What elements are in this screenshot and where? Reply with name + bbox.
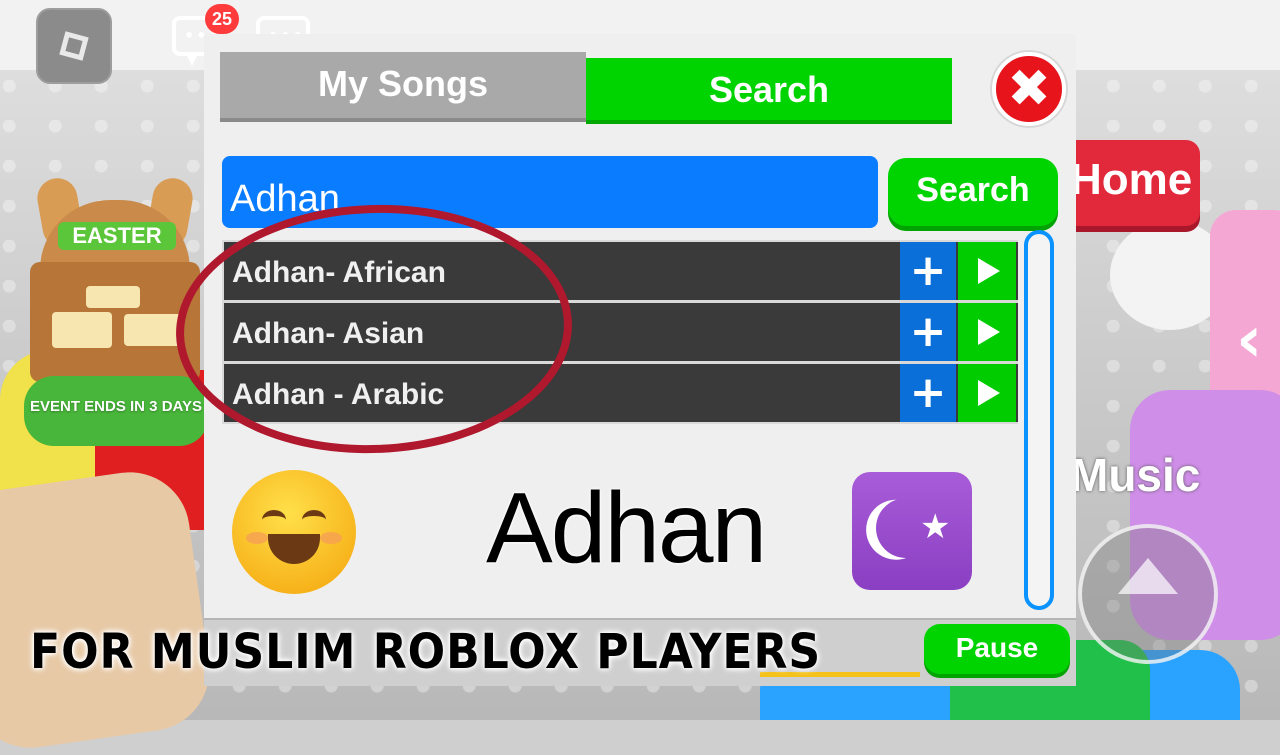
easter-card bbox=[52, 312, 112, 348]
star-and-crescent-icon: ★ bbox=[852, 472, 972, 590]
back-arrow-icon: ‹ bbox=[1236, 303, 1263, 377]
overlay-title: Adhan bbox=[486, 472, 767, 584]
play-icon[interactable] bbox=[958, 364, 1016, 422]
smiling-emoji-icon bbox=[232, 470, 356, 594]
jump-button[interactable] bbox=[1078, 524, 1218, 664]
tab-my-songs[interactable]: My Songs bbox=[220, 52, 586, 122]
play-icon[interactable] bbox=[958, 303, 1016, 361]
tab-search[interactable]: Search bbox=[586, 58, 952, 124]
easter-board-body[interactable] bbox=[30, 262, 200, 382]
music-label: Music bbox=[1070, 449, 1201, 501]
add-song-button[interactable]: + bbox=[900, 364, 956, 422]
add-song-button[interactable]: + bbox=[900, 303, 956, 361]
notification-badge: 25 bbox=[205, 4, 239, 34]
home-button[interactable]: Home bbox=[1060, 140, 1200, 226]
jump-arrow-icon bbox=[1118, 558, 1178, 594]
easter-card bbox=[124, 314, 182, 346]
play-icon[interactable] bbox=[958, 242, 1016, 300]
add-song-button[interactable]: + bbox=[900, 242, 956, 300]
close-button[interactable]: ✖ bbox=[992, 52, 1066, 126]
easter-card bbox=[86, 286, 140, 308]
search-button[interactable]: Search bbox=[888, 158, 1058, 226]
video-caption: FOR MUSLIM ROBLOX PLAYERS bbox=[30, 624, 822, 680]
roblox-logo-icon[interactable] bbox=[36, 8, 112, 84]
results-scrollbar[interactable] bbox=[1024, 230, 1054, 610]
wooden-table bbox=[0, 464, 217, 755]
easter-title: EASTER bbox=[58, 222, 176, 250]
pause-button[interactable]: Pause bbox=[924, 624, 1070, 674]
event-ends-label: EVENT ENDS IN 3 DAYS bbox=[30, 398, 202, 415]
close-icon: ✖ bbox=[1007, 59, 1051, 119]
star-icon: ★ bbox=[920, 507, 951, 547]
